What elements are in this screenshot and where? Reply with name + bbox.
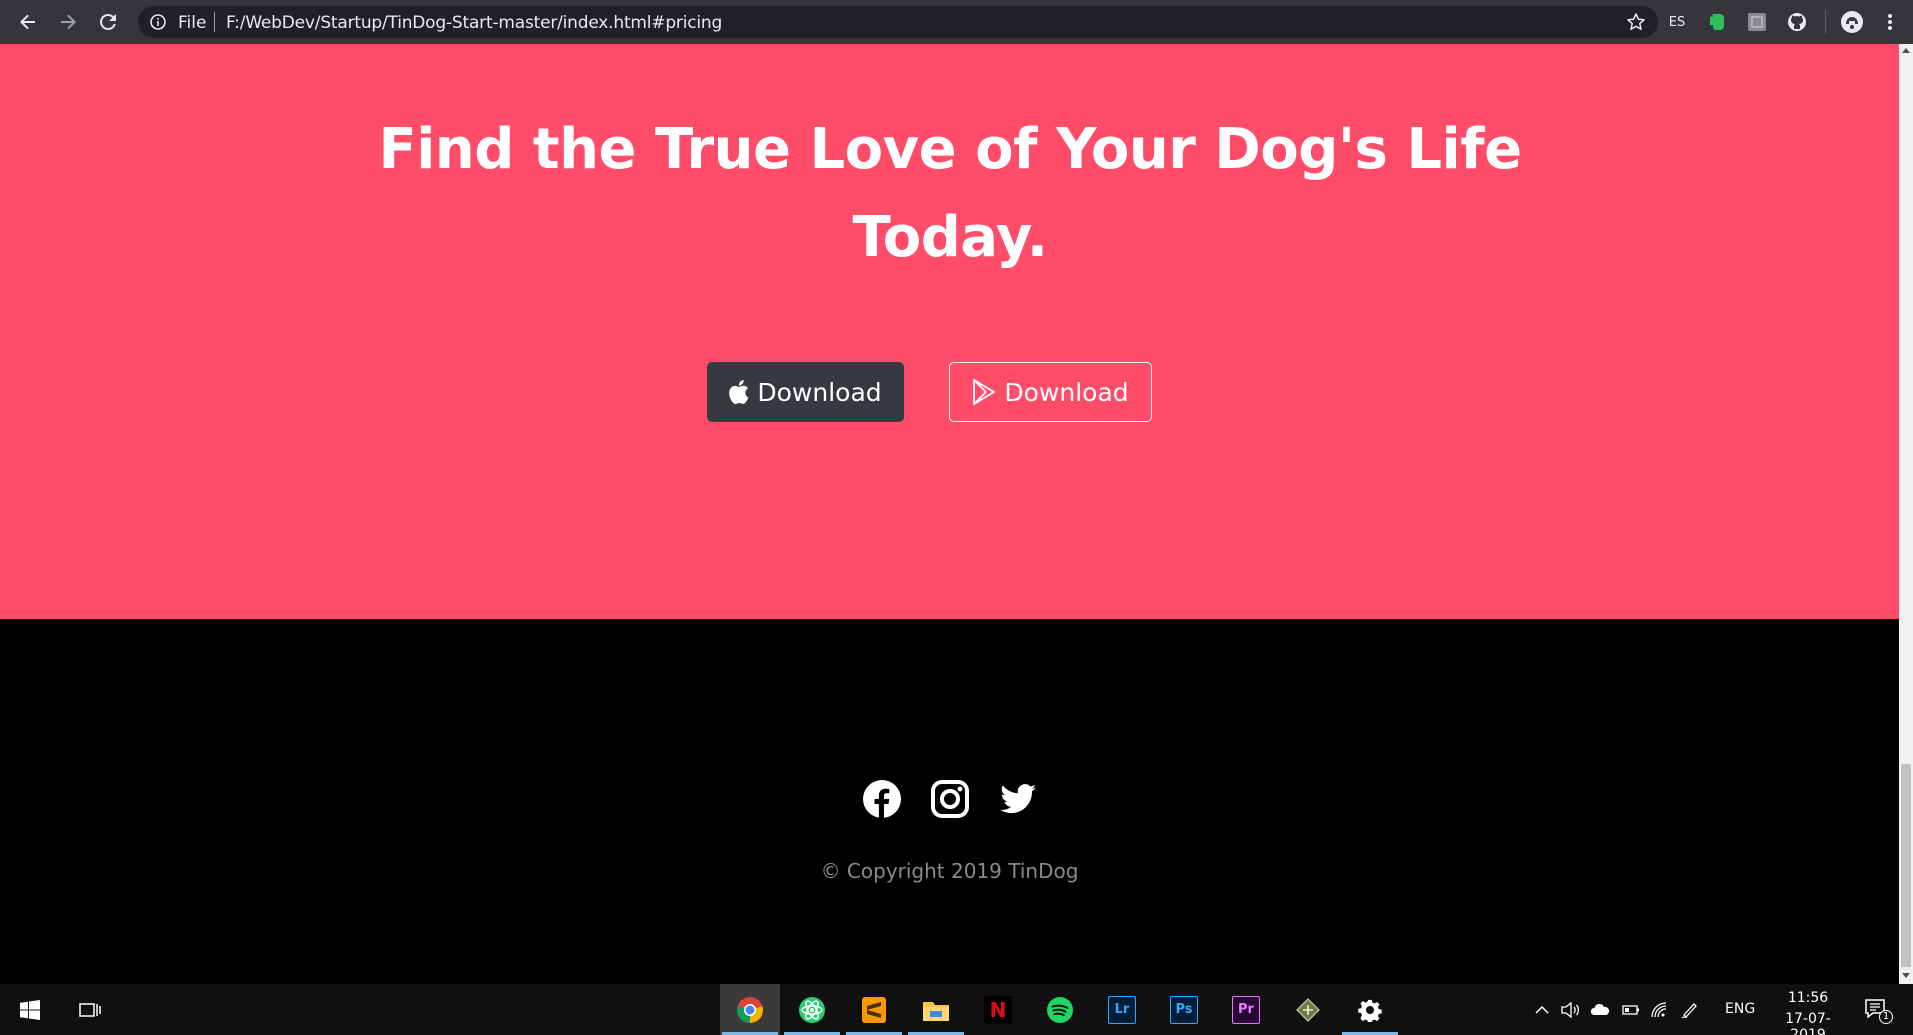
- back-arrow-icon: [20, 14, 35, 30]
- extension-github[interactable]: [1785, 10, 1809, 34]
- github-icon: [1788, 13, 1806, 31]
- copyright-text: © Copyright 2019 TinDog: [820, 859, 1079, 883]
- taskbar-photoshop[interactable]: Ps: [1154, 984, 1214, 1035]
- profile-avatar-icon: [1841, 11, 1863, 33]
- scroll-down-arrow-icon[interactable]: [1902, 973, 1910, 978]
- facebook-icon[interactable]: [862, 779, 902, 819]
- scheme-label: File: [178, 13, 207, 33]
- profile-button[interactable]: [1840, 10, 1864, 34]
- apple-icon: [729, 380, 749, 404]
- google-play-download-label: Download: [1004, 377, 1129, 407]
- volume-icon[interactable]: [1560, 1001, 1580, 1019]
- browser-toolbar: File F:/WebDev/Startup/TinDog-Start-mast…: [0, 0, 1913, 44]
- extension-es[interactable]: ES: [1665, 10, 1689, 34]
- lightroom-icon: Lr: [1108, 995, 1136, 1024]
- premiere-icon: Pr: [1232, 995, 1260, 1024]
- onedrive-icon[interactable]: [1590, 1001, 1610, 1019]
- task-view-button[interactable]: [60, 984, 120, 1035]
- taskbar-app[interactable]: [1278, 984, 1338, 1035]
- input-language[interactable]: ENG: [1725, 1001, 1755, 1017]
- extension-evernote[interactable]: [1705, 10, 1729, 34]
- clock-date: 17-07-2019: [1785, 1011, 1831, 1035]
- atom-icon: [799, 996, 825, 1023]
- es-extension-label: ES: [1668, 14, 1686, 30]
- photoshop-icon: Ps: [1170, 995, 1198, 1024]
- reload-button[interactable]: [94, 8, 122, 36]
- google-play-download-button[interactable]: Download: [949, 362, 1152, 422]
- action-center-button[interactable]: 1: [1860, 994, 1894, 1026]
- windows-start-icon: [20, 999, 40, 1020]
- page-scrollbar[interactable]: [1899, 44, 1913, 984]
- taskbar-chrome[interactable]: [720, 984, 780, 1035]
- sublime-text-icon: [862, 996, 886, 1023]
- windows-taskbar: N Lr Ps Pr ENG 11:56 17-07-2019 1: [0, 984, 1913, 1035]
- taskbar-spotify[interactable]: [1030, 984, 1090, 1035]
- wifi-icon[interactable]: [1650, 1001, 1670, 1019]
- forward-arrow-icon: [61, 14, 76, 30]
- taskbar-file-explorer[interactable]: [906, 984, 966, 1035]
- task-view-icon: [79, 1002, 101, 1017]
- netflix-icon: N: [984, 995, 1012, 1024]
- scroll-up-arrow-icon[interactable]: [1902, 48, 1910, 53]
- apple-download-button[interactable]: Download: [707, 362, 904, 422]
- start-button[interactable]: [0, 984, 60, 1035]
- taskbar-sublime[interactable]: [844, 984, 904, 1035]
- browser-menu-button[interactable]: [1878, 10, 1902, 34]
- apple-download-label: Download: [757, 377, 882, 407]
- scrollbar-thumb[interactable]: [1901, 764, 1911, 967]
- twitter-icon[interactable]: [998, 779, 1038, 819]
- back-button[interactable]: [14, 8, 42, 36]
- page-viewport: Find the True Love of Your Dog's Life To…: [0, 44, 1899, 984]
- app-icon: [1296, 997, 1320, 1022]
- taskbar-atom[interactable]: [782, 984, 842, 1035]
- evernote-icon: [1710, 14, 1724, 30]
- taskbar-lightroom[interactable]: Lr: [1092, 984, 1152, 1035]
- file-explorer-icon: [923, 1001, 949, 1021]
- address-divider: [214, 12, 215, 32]
- footer: © Copyright 2019 TinDog: [0, 619, 1899, 984]
- battery-icon[interactable]: [1620, 1001, 1640, 1019]
- taskbar-premiere[interactable]: Pr: [1216, 984, 1276, 1035]
- settings-icon: [1358, 999, 1382, 1022]
- address-bar[interactable]: File F:/WebDev/Startup/TinDog-Start-mast…: [138, 6, 1658, 38]
- url-text[interactable]: F:/WebDev/Startup/TinDog-Start-master/in…: [226, 13, 722, 33]
- cta-title: Find the True Love of Your Dog's Life To…: [378, 117, 1522, 270]
- reload-icon: [100, 13, 116, 30]
- cta-section: Find the True Love of Your Dog's Life To…: [0, 44, 1899, 619]
- pen-workspace-icon[interactable]: [1680, 1001, 1700, 1019]
- clock[interactable]: 11:56 17-07-2019: [1768, 984, 1848, 1035]
- instagram-icon[interactable]: [930, 779, 970, 819]
- bookmark-star-icon[interactable]: [1626, 12, 1646, 32]
- notification-count-badge: 1: [1879, 1010, 1893, 1024]
- extension-square-icon: [1748, 13, 1766, 31]
- extension-generic[interactable]: [1745, 10, 1769, 34]
- clock-time: 11:56: [1787, 990, 1829, 1006]
- taskbar-netflix[interactable]: N: [968, 984, 1028, 1035]
- google-play-icon: [973, 379, 996, 405]
- toolbar-divider: [1825, 10, 1826, 34]
- more-vertical-icon: [1888, 14, 1892, 30]
- spotify-icon: [1047, 996, 1073, 1023]
- forward-button[interactable]: [54, 8, 82, 36]
- taskbar-settings[interactable]: [1340, 984, 1400, 1035]
- show-hidden-icons-icon[interactable]: [1532, 1001, 1552, 1019]
- chrome-icon: [737, 996, 763, 1023]
- info-icon[interactable]: [150, 14, 166, 30]
